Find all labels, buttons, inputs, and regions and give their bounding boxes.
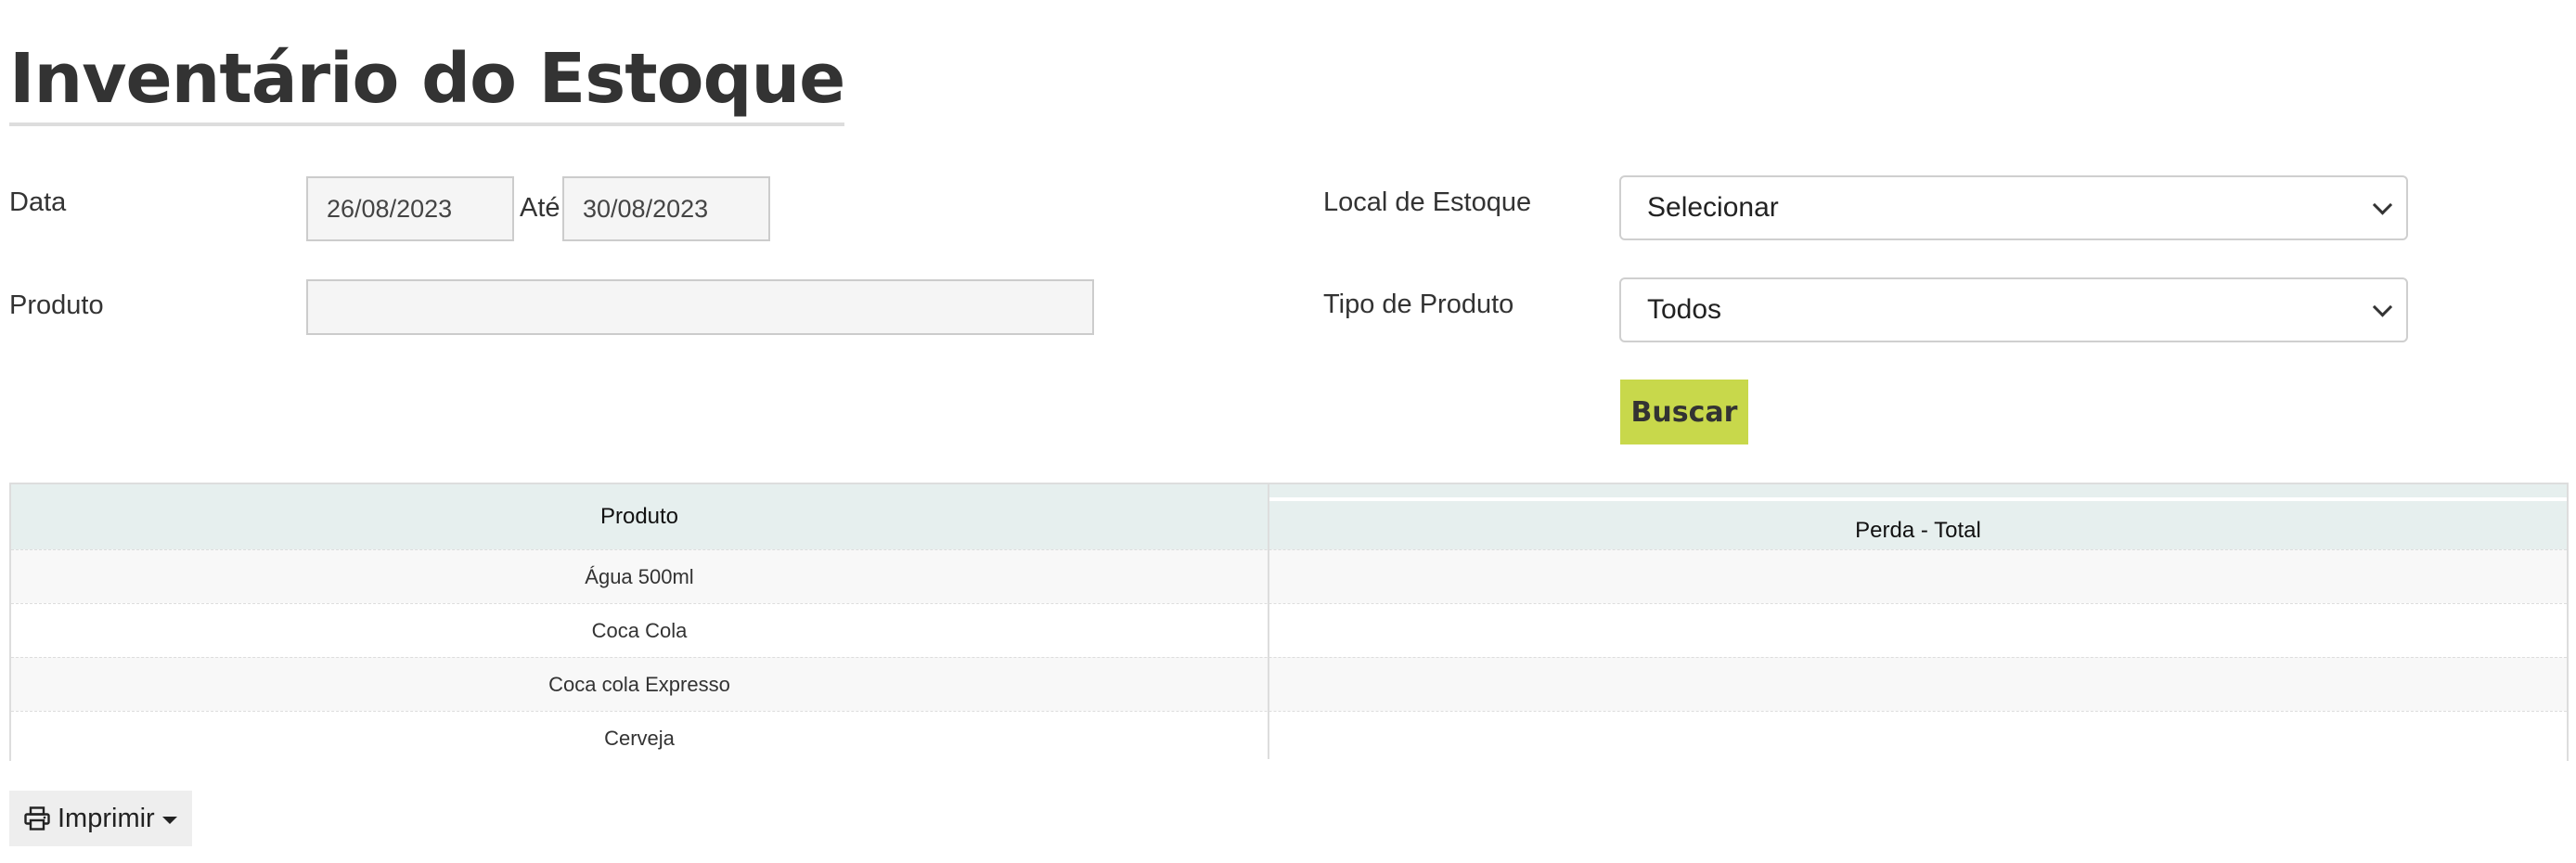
table-cell-product: Cerveja bbox=[604, 727, 675, 750]
chevron-down-icon bbox=[2372, 195, 2393, 215]
product-type-select[interactable]: Todos bbox=[1619, 277, 2408, 342]
column-header-loss-total[interactable]: Perda - Total bbox=[1269, 501, 2567, 549]
table-cell-product: Água 500ml bbox=[585, 565, 694, 588]
column-header-product[interactable]: Produto bbox=[11, 484, 1268, 549]
date-to-input[interactable] bbox=[562, 176, 770, 241]
page-title: Inventário do Estoque bbox=[9, 35, 845, 126]
table-row[interactable]: Coca cola Expresso bbox=[11, 657, 2567, 712]
table-cell-product: Coca cola Expresso bbox=[548, 673, 730, 696]
product-input[interactable] bbox=[306, 279, 1094, 335]
results-table: Produto Perda - Total Água 500ml Coca Co… bbox=[9, 483, 2569, 766]
product-label: Produto bbox=[9, 290, 104, 320]
table-row[interactable]: Coca Cola bbox=[11, 603, 2567, 658]
chevron-down-icon bbox=[2372, 297, 2393, 317]
table-row[interactable]: Água 500ml bbox=[11, 549, 2567, 604]
product-type-label: Tipo de Produto bbox=[1323, 290, 1514, 319]
stock-location-value: Selecionar bbox=[1647, 192, 1779, 223]
printer-icon bbox=[24, 806, 50, 831]
date-to-label: Até bbox=[520, 193, 560, 223]
date-label: Data bbox=[9, 187, 67, 217]
column-header-group bbox=[1269, 484, 2567, 497]
table-row[interactable]: Cerveja bbox=[11, 711, 2567, 766]
date-from-input[interactable] bbox=[306, 176, 514, 241]
stock-location-select[interactable]: Selecionar bbox=[1619, 175, 2408, 240]
print-button[interactable]: Imprimir bbox=[9, 791, 192, 846]
column-divider bbox=[1268, 484, 1269, 759]
product-type-value: Todos bbox=[1647, 294, 1722, 325]
stock-location-label: Local de Estoque bbox=[1323, 187, 1532, 217]
print-label: Imprimir bbox=[58, 803, 155, 833]
search-button[interactable]: Buscar bbox=[1620, 380, 1748, 444]
table-cell-product: Coca Cola bbox=[591, 619, 688, 642]
caret-down-icon bbox=[161, 816, 177, 824]
